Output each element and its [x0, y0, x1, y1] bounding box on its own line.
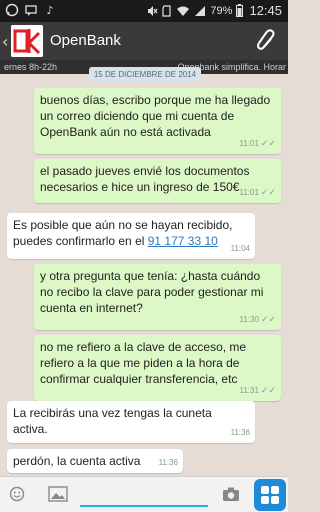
send-icon [261, 486, 279, 504]
battery-percent: 79% [210, 4, 233, 17]
date-divider: 15 DE DICIEMBRE DE 2014 [89, 67, 201, 82]
message-time: 11:01 [239, 188, 259, 197]
battery-icon [236, 4, 244, 17]
mute-icon [148, 5, 158, 16]
outgoing-message[interactable]: no me refiero a la clave de acceso, me r… [34, 335, 281, 401]
incoming-message[interactable]: perdón, la cuenta activa 11:36 [7, 449, 183, 473]
message-text: no me refiero a la clave de acceso, me r… [40, 340, 247, 386]
clock: 12:45 [249, 3, 282, 18]
message-meta: 11:01 ✓✓ [239, 136, 276, 152]
message-meta: 11:30 ✓✓ [239, 312, 276, 328]
notification-icons: ♪ [4, 3, 58, 19]
contact-avatar[interactable] [11, 25, 43, 57]
read-ticks-icon: ✓✓ [260, 386, 276, 396]
chat-header: ‹ OpenBank [0, 22, 288, 60]
message-text: La recibirás una vez tengas la cuneta ac… [13, 406, 212, 436]
read-ticks-icon: ✓✓ [260, 139, 276, 149]
incoming-message[interactable]: Es posible que aún no se hayan recibido,… [7, 213, 255, 259]
outgoing-message[interactable]: buenos días, escribo porque me ha llegad… [34, 88, 281, 154]
music-icon: ♪ [46, 4, 54, 17]
message-time: 11:36 [158, 458, 178, 467]
message-time: 11:36 [230, 428, 250, 437]
message-text: el pasado jueves envié los documentos ne… [40, 164, 250, 194]
sd-card-icon [162, 4, 172, 17]
emoji-icon[interactable] [9, 486, 25, 502]
message-input[interactable] [80, 483, 208, 507]
chat-title[interactable]: OpenBank [50, 32, 121, 49]
openbank-logo [11, 25, 43, 57]
message-time: 11:31 [239, 386, 259, 395]
message-meta: 11:01 ✓✓ [239, 185, 276, 201]
message-text: y otra pregunta que tenía: ¿hasta cuándo… [40, 269, 264, 315]
status-bar: ♪ 79% 12:45 [0, 0, 288, 22]
message-meta: 11:36 [231, 425, 250, 441]
message-time: 11:30 [239, 315, 259, 324]
outgoing-message[interactable]: el pasado jueves envié los documentos ne… [34, 159, 281, 203]
message-notification-icon [23, 3, 39, 19]
message-meta: 11:36 [159, 455, 178, 471]
read-ticks-icon: ✓✓ [260, 315, 276, 325]
read-ticks-icon: ✓✓ [260, 188, 276, 198]
gallery-icon[interactable] [48, 486, 68, 502]
message-text: perdón, la cuenta activa [13, 454, 141, 468]
phone-link[interactable]: 91 177 33 10 [148, 234, 218, 248]
message-meta: 11:04 [231, 241, 250, 257]
attach-paperclip-icon[interactable] [256, 29, 278, 53]
back-arrow-icon[interactable]: ‹ [2, 32, 8, 51]
message-meta: 11:31 ✓✓ [239, 383, 276, 399]
send-button[interactable] [254, 479, 286, 511]
outgoing-message[interactable]: y otra pregunta que tenía: ¿hasta cuándo… [34, 264, 281, 330]
message-time: 11:01 [239, 139, 259, 148]
message-text: buenos días, escribo porque me ha llegad… [40, 93, 271, 139]
message-time: 11:04 [230, 244, 250, 253]
whatsapp-notification-icon [4, 3, 20, 19]
incoming-message[interactable]: La recibirás una vez tengas la cuneta ac… [7, 401, 255, 443]
camera-icon[interactable] [222, 486, 240, 502]
chat-area[interactable]: 15 DE DICIEMBRE DE 2014 buenos días, esc… [0, 67, 288, 474]
banner-hours: ernes 8h-22h [4, 62, 58, 72]
wifi-icon [177, 6, 190, 16]
signal-icon [195, 5, 206, 16]
compose-bar [0, 476, 288, 512]
